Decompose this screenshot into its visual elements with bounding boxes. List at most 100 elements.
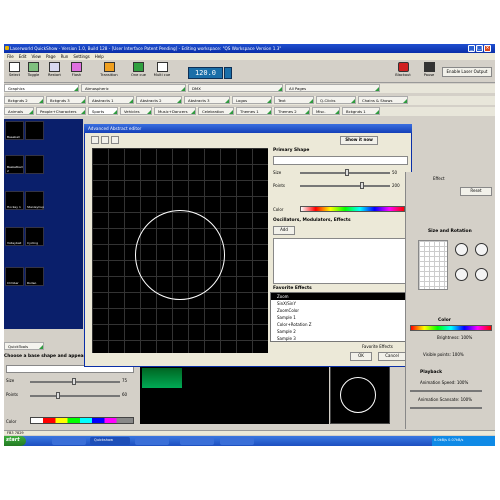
- cue-baseball[interactable]: Baseball: [5, 121, 24, 140]
- tab-abstracts-2[interactable]: Abstracts 2: [136, 96, 182, 104]
- fav-item[interactable]: Color+Rotation Z: [271, 321, 409, 328]
- tab-abstracts-3[interactable]: Abstracts 3: [184, 96, 230, 104]
- taskbar-item-quickshow[interactable]: Quickshow: [90, 437, 130, 445]
- bpm-display[interactable]: 120.0: [188, 67, 223, 79]
- dialog-points-slider[interactable]: [300, 185, 390, 187]
- start-button[interactable]: start: [4, 436, 26, 446]
- cue-hockey-1[interactable]: Hockey 1: [5, 191, 24, 210]
- fav-item[interactable]: SinX/SinY: [271, 300, 409, 307]
- tab-animals[interactable]: Animals: [4, 107, 34, 115]
- primary-shape-picker[interactable]: [273, 156, 408, 165]
- bpm-tap-button[interactable]: [224, 67, 232, 79]
- transition-tool[interactable]: Transition: [99, 62, 119, 81]
- flash-tool[interactable]: Flash: [68, 62, 85, 81]
- cue-stanleycup[interactable]: StanleyCup: [25, 191, 44, 210]
- tab-logos[interactable]: Logos: [232, 96, 272, 104]
- fav-item[interactable]: Sample 1: [271, 314, 409, 321]
- tab-vehicles[interactable]: Vehicles: [120, 107, 152, 115]
- size-slider-thumb[interactable]: [72, 378, 76, 385]
- cue-tabs-row-2: Animals People+Characters Sports Vehicles Mu…: [4, 107, 495, 116]
- color-palette[interactable]: [30, 417, 134, 424]
- rotation-x-knob[interactable]: [455, 268, 468, 281]
- tab-abstracts-1[interactable]: Abstracts 1: [88, 96, 134, 104]
- rotation-y-knob[interactable]: [475, 268, 488, 281]
- new-button[interactable]: [91, 136, 99, 144]
- one-cue-tool[interactable]: One cue: [130, 62, 147, 81]
- tab-dmx[interactable]: DMX: [188, 84, 283, 92]
- taskbar-item[interactable]: [135, 437, 169, 445]
- menu-file[interactable]: File: [7, 54, 14, 59]
- menu-page[interactable]: Page: [46, 54, 56, 59]
- size-knob[interactable]: [455, 243, 468, 256]
- fav-item[interactable]: Sample 3: [271, 335, 409, 342]
- close-button[interactable]: ×: [484, 45, 491, 52]
- menu-view[interactable]: View: [31, 54, 41, 59]
- tab-music-dancers[interactable]: Music+Dancers: [154, 107, 196, 115]
- fav-item[interactable]: ZoomColor: [271, 307, 409, 314]
- multi-cue-icon: [156, 62, 168, 72]
- tab-graphics[interactable]: Graphics: [4, 84, 79, 92]
- position-pad[interactable]: [418, 240, 448, 290]
- fav-item[interactable]: Sample 2: [271, 328, 409, 335]
- tab-people-characters[interactable]: People+Characters: [36, 107, 86, 115]
- fav-item[interactable]: Zoom: [271, 293, 409, 300]
- animation-speed-slider[interactable]: [410, 390, 482, 392]
- points-slider[interactable]: [30, 395, 120, 397]
- tab-q-clicks[interactable]: Q-Clicks: [316, 96, 356, 104]
- cancel-button[interactable]: Cancel: [378, 352, 406, 361]
- add-effect-button[interactable]: Add: [273, 226, 295, 235]
- tab-bckgnds-2[interactable]: Bckgnds 2: [4, 96, 44, 104]
- save-button[interactable]: [111, 136, 119, 144]
- cue-climber[interactable]: Climber: [5, 267, 24, 286]
- taskbar-item[interactable]: [180, 437, 214, 445]
- points-slider-thumb[interactable]: [56, 392, 60, 399]
- favorite-effects-checkbox[interactable]: Favorite Effects: [362, 344, 393, 349]
- tab-misc[interactable]: Misc.: [312, 107, 340, 115]
- menu-edit[interactable]: Edit: [19, 54, 27, 59]
- show-it-now-button[interactable]: Show it now: [340, 136, 378, 145]
- tab-bckgnds-3[interactable]: Bckgnds 3: [46, 96, 86, 104]
- tab-themes-2[interactable]: Themes 2: [274, 107, 310, 115]
- tab-chains-shows[interactable]: Chains & Shows: [358, 96, 408, 104]
- open-button[interactable]: [101, 136, 109, 144]
- blackout-button[interactable]: Blackout: [393, 62, 413, 81]
- cue-thumb-1[interactable]: [142, 368, 182, 388]
- effect-tab[interactable]: Effect: [433, 176, 445, 181]
- tab-celebration[interactable]: Celebration: [198, 107, 234, 115]
- cue-blank[interactable]: [25, 121, 44, 140]
- right-color-palette[interactable]: [410, 325, 492, 331]
- cue-volleyball[interactable]: Volleyball: [5, 227, 24, 246]
- cue-basketball-2[interactable]: Basketball 2: [5, 155, 24, 174]
- cue-rodeo[interactable]: Rodeo: [25, 267, 44, 286]
- tab-quick-tools[interactable]: QuickTools: [4, 342, 44, 350]
- taskbar-item[interactable]: [220, 437, 254, 445]
- tab-bckgnds-1[interactable]: Bckgnds 1: [342, 107, 380, 115]
- enable-laser-output-button[interactable]: Enable Laser Output: [442, 67, 492, 77]
- restart-tool[interactable]: Restart: [46, 62, 63, 81]
- menu-settings[interactable]: Settings: [73, 54, 89, 59]
- dialog-points-slider-thumb[interactable]: [360, 182, 364, 189]
- animation-scansate-slider[interactable]: [410, 407, 482, 409]
- maximize-button[interactable]: □: [476, 45, 483, 52]
- tab-all-pages[interactable]: All Pages: [285, 84, 380, 92]
- cue-blank[interactable]: [25, 155, 44, 174]
- cue-cycling[interactable]: Cycling: [25, 227, 44, 246]
- rotation-knob[interactable]: [475, 243, 488, 256]
- dialog-size-slider-thumb[interactable]: [345, 169, 349, 176]
- menu-help[interactable]: Help: [95, 54, 104, 59]
- multi-cue-tool[interactable]: Multi cue: [152, 62, 172, 81]
- dialog-color-palette[interactable]: [300, 206, 405, 212]
- tab-themes-1[interactable]: Themes 1: [236, 107, 272, 115]
- toggle-tool[interactable]: Toggle: [25, 62, 42, 81]
- effects-list[interactable]: [273, 238, 408, 284]
- tab-atmospheric[interactable]: Atmospheric: [81, 84, 186, 92]
- tab-text[interactable]: Text: [274, 96, 314, 104]
- minimize-button[interactable]: _: [468, 45, 475, 52]
- tab-sports[interactable]: Sports: [88, 107, 118, 115]
- reset-button[interactable]: Reset: [460, 187, 492, 196]
- taskbar-item[interactable]: [52, 437, 86, 445]
- pause-button[interactable]: Pause: [420, 62, 438, 81]
- ok-button[interactable]: OK: [350, 352, 372, 361]
- select-tool[interactable]: Select: [6, 62, 23, 81]
- menu-run[interactable]: Run: [61, 54, 69, 59]
